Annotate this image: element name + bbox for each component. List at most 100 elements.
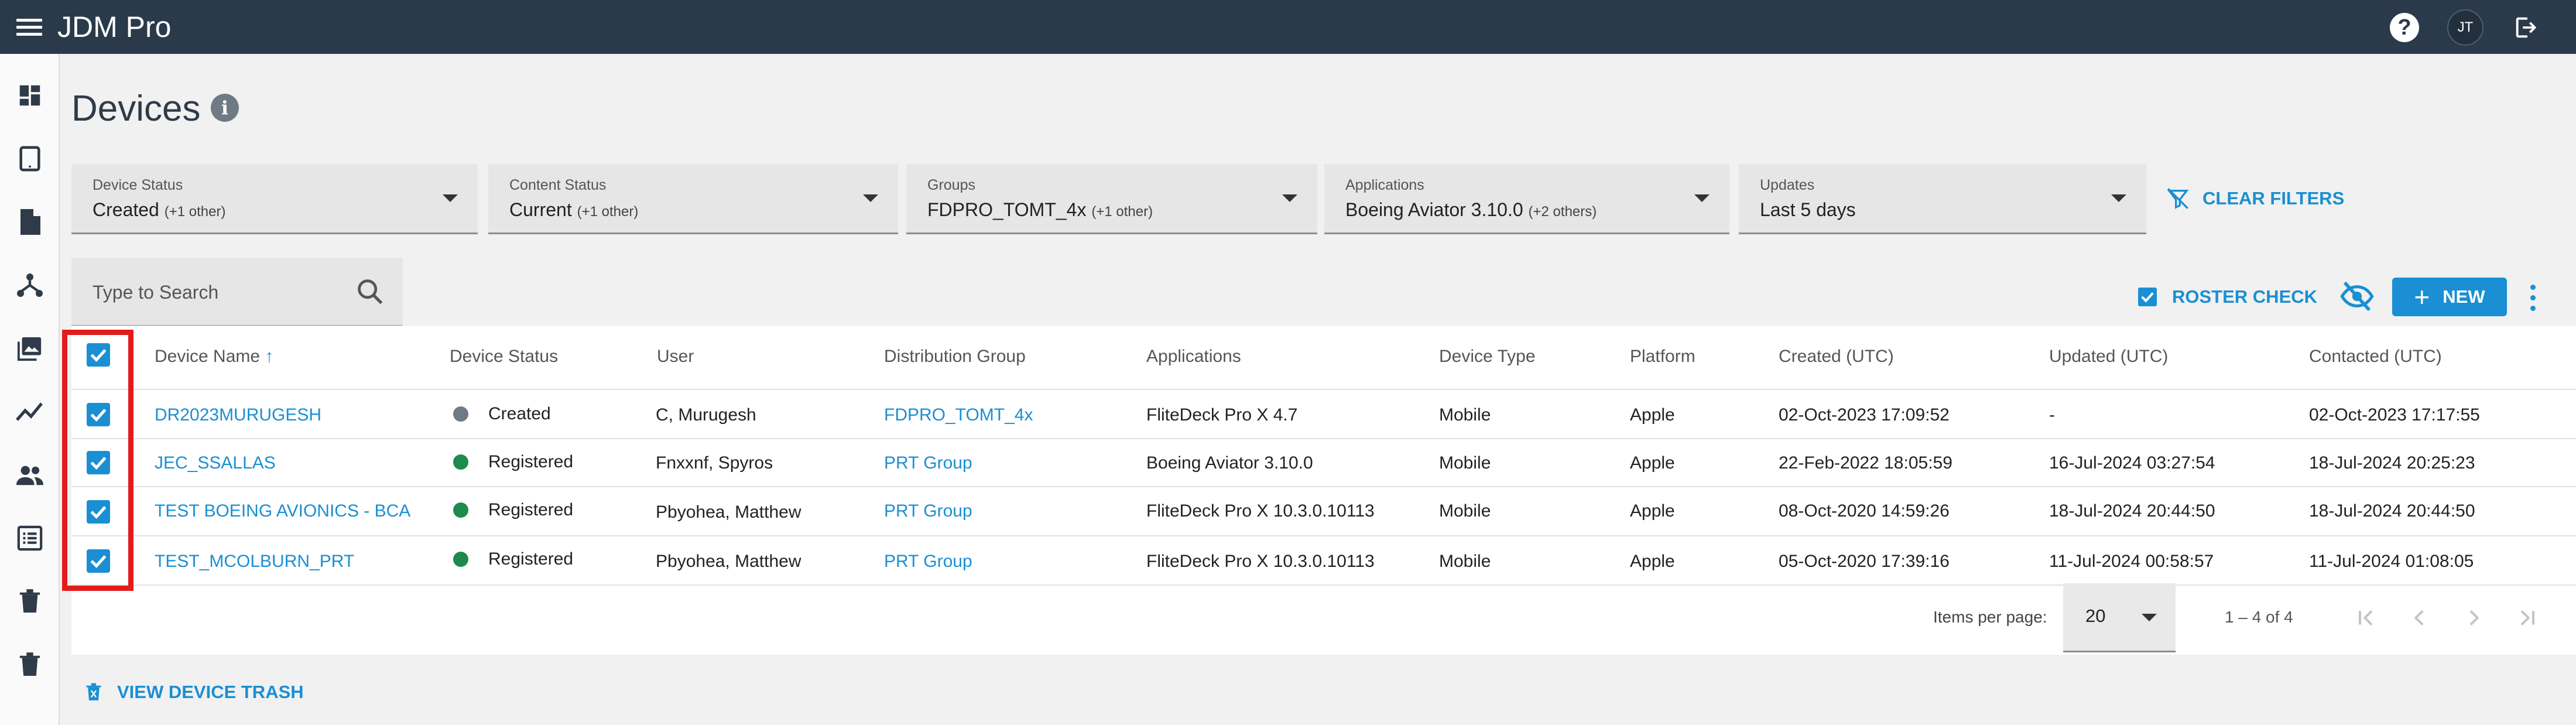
table-header: Device Name ↑ Device Status User Distrib… [71,326,2576,390]
status-cell: Created [453,404,551,424]
visibility-off-icon[interactable] [2339,280,2375,313]
device-name-link[interactable]: JEC_SSALLAS [155,453,276,473]
filter-content-status[interactable]: Content Status Current (+1 other) [488,164,898,234]
help-icon[interactable]: ? [2390,13,2419,42]
header-updated[interactable]: Updated (UTC) [2049,347,2168,367]
trash-alt-icon[interactable] [15,650,44,679]
filter-applications[interactable]: Applications Boeing Aviator 3.10.0 (+2 o… [1324,164,1729,234]
contacted-cell: 18-Jul-2024 20:25:23 [2309,453,2475,473]
status-dot-icon [453,454,468,470]
contacted-cell: 02-Oct-2023 17:17:55 [2309,405,2480,425]
sidebar [0,54,60,725]
type-cell: Mobile [1439,552,1491,571]
header-distribution-group[interactable]: Distribution Group [884,347,1026,367]
view-device-trash-button[interactable]: VIEW DEVICE TRASH [85,679,304,705]
table-row[interactable]: DR2023MURUGESH Created C, Murugesh FDPRO… [71,390,2576,439]
filter-label: Content Status [509,177,607,193]
header-device-status[interactable]: Device Status [450,347,558,367]
filter-updates[interactable]: Updates Last 5 days [1739,164,2146,234]
filter-value: Created (+1 other) [93,199,226,220]
view-device-trash-label: VIEW DEVICE TRASH [117,682,304,702]
roster-check-toggle[interactable]: ROSTER CHECK [2138,283,2317,310]
table-row[interactable]: TEST_MCOLBURN_PRT Registered Pbyohea, Ma… [71,536,2576,586]
app-cell: Boeing Aviator 3.10.0 [1146,453,1313,473]
status-cell: Registered [453,549,573,569]
updated-cell: 11-Jul-2024 00:58:57 [2049,552,2214,571]
filter-value: Last 5 days [1760,199,1856,220]
created-cell: 02-Oct-2023 17:09:52 [1779,405,1950,425]
filter-label: Updates [1760,177,1815,193]
chevron-down-icon [1694,194,1710,202]
items-per-page-value: 20 [2085,606,2106,626]
next-page-icon[interactable] [2459,603,2488,632]
list-icon[interactable] [15,524,44,553]
menu-icon[interactable] [16,18,44,37]
created-cell: 05-Oct-2020 17:39:16 [1779,552,1950,571]
more-options-icon[interactable] [2527,283,2539,313]
filter-label: Groups [927,177,975,193]
contacted-cell: 11-Jul-2024 01:08:05 [2309,552,2474,571]
previous-page-icon[interactable] [2405,603,2434,632]
app-cell: FliteDeck Pro X 10.3.0.10113 [1146,501,1375,521]
status-cell: Registered [453,452,573,472]
type-cell: Mobile [1439,405,1491,425]
tablet-icon[interactable] [15,144,44,173]
user-avatar[interactable]: JT [2447,9,2483,46]
group-link[interactable]: PRT Group [884,501,972,521]
status-dot-icon [453,406,468,422]
top-bar: JDM Pro ? JT [0,0,2576,54]
search-icon[interactable] [355,276,385,307]
filter-value: FDPRO_TOMT_4x (+1 other) [927,199,1153,220]
filter-off-icon [2167,188,2189,209]
logout-icon[interactable] [2512,14,2541,41]
roster-check-label: ROSTER CHECK [2172,286,2318,307]
last-page-icon[interactable] [2513,603,2542,632]
header-applications[interactable]: Applications [1146,347,1241,367]
plus-icon: + [2414,282,2430,312]
page-range: 1 – 4 of 4 [2225,608,2293,626]
network-icon[interactable] [15,271,44,300]
group-link[interactable]: PRT Group [884,552,972,572]
header-created[interactable]: Created (UTC) [1779,347,1894,367]
user-cell: Pbyohea, Matthew [656,502,801,522]
filter-label: Applications [1345,177,1424,193]
user-cell: Pbyohea, Matthew [656,552,801,571]
filter-groups[interactable]: Groups FDPRO_TOMT_4x (+1 other) [906,164,1317,234]
device-name-link[interactable]: DR2023MURUGESH [155,405,321,425]
group-link[interactable]: FDPRO_TOMT_4x [884,405,1033,425]
app-cell: FliteDeck Pro X 4.7 [1146,405,1298,425]
platform-cell: Apple [1630,405,1675,425]
new-button[interactable]: + NEW [2392,278,2507,316]
device-name-link[interactable]: TEST BOEING AVIONICS - BCA [155,501,410,521]
trash-icon [86,683,101,700]
header-platform[interactable]: Platform [1630,347,1695,367]
updated-cell: 18-Jul-2024 20:44:50 [2049,501,2215,521]
info-icon[interactable]: i [211,94,239,122]
header-user[interactable]: User [657,347,694,367]
items-per-page-select[interactable]: 20 [2063,583,2176,652]
chevron-down-icon [443,194,458,202]
filter-value: Current (+1 other) [509,199,639,220]
header-device-type[interactable]: Device Type [1439,347,1536,367]
gallery-icon[interactable] [15,334,44,363]
users-icon[interactable] [15,460,44,490]
status-dot-icon [453,502,468,518]
header-device-name[interactable]: Device Name ↑ [155,347,273,367]
search-input[interactable] [93,279,350,306]
user-cell: Fnxxnf, Spyros [656,453,773,473]
first-page-icon[interactable] [2351,603,2380,632]
device-name-link[interactable]: TEST_MCOLBURN_PRT [155,552,354,572]
created-cell: 22-Feb-2022 18:05:59 [1779,453,1952,473]
chevron-down-icon [1282,194,1297,202]
trash-icon[interactable] [15,587,44,616]
trend-icon[interactable] [15,397,44,426]
filter-device-status[interactable]: Device Status Created (+1 other) [71,164,478,234]
table-row[interactable]: JEC_SSALLAS Registered Fnxxnf, Spyros PR… [71,439,2576,487]
document-icon[interactable] [15,207,44,237]
header-contacted[interactable]: Contacted (UTC) [2309,347,2442,367]
dashboard-icon[interactable] [15,81,44,110]
group-link[interactable]: PRT Group [884,453,972,473]
contacted-cell: 18-Jul-2024 20:44:50 [2309,501,2475,521]
table-row[interactable]: TEST BOEING AVIONICS - BCA Registered Pb… [71,487,2576,536]
clear-filters-button[interactable]: CLEAR FILTERS [2166,185,2344,212]
